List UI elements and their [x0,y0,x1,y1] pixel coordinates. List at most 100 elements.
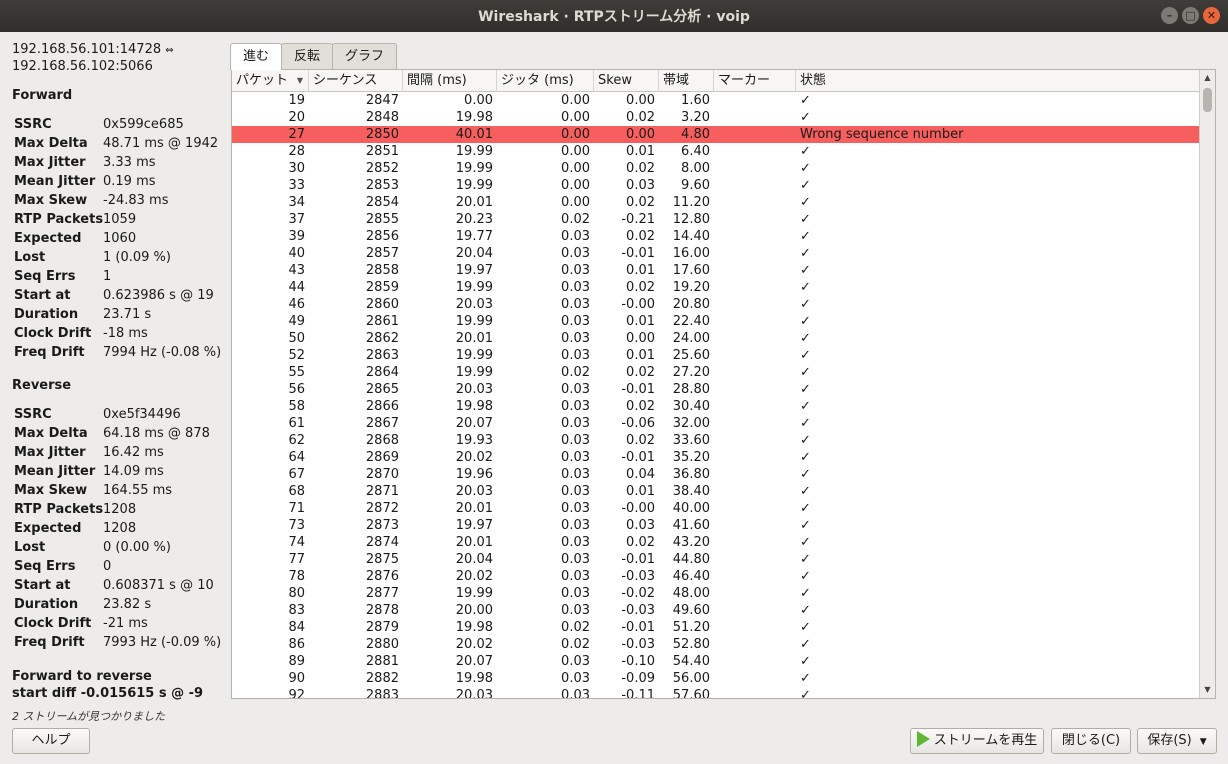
cell-sequence: 2858 [365,263,399,278]
cell-marker [714,177,796,194]
cell-bandwidth: 33.60 [672,433,710,448]
table-row[interactable]: 71 2872 20.01 0.03 -0.00 40.00 ✓ [232,500,1199,517]
table-row[interactable]: 30 2852 19.99 0.00 0.02 8.00 ✓ [232,160,1199,177]
cell-bandwidth: 52.80 [672,637,710,652]
stat-label: Mean Jitter [14,464,96,479]
cell-delta: 20.07 [455,654,493,669]
table-row[interactable]: 80 2877 19.99 0.03 -0.02 48.00 ✓ [232,585,1199,602]
table-row[interactable]: 56 2865 20.03 0.03 -0.01 28.80 ✓ [232,381,1199,398]
table-row[interactable]: 89 2881 20.07 0.03 -0.10 54.40 ✓ [232,653,1199,670]
column-delta[interactable]: 間隔 (ms) [403,70,497,92]
tab-reverse[interactable]: 反転 [281,43,334,69]
cell-skew: -0.03 [621,637,655,652]
table-row[interactable]: 74 2874 20.01 0.03 0.02 43.20 ✓ [232,534,1199,551]
close-button[interactable]: 閉じる(C) [1051,728,1131,754]
play-streams-button[interactable]: ストリームを再生 [910,728,1044,754]
swap-direction-icon[interactable]: ⇔ [165,45,173,56]
stat-value: 1208 [103,521,137,536]
table-row[interactable]: 37 2855 20.23 0.02 -0.21 12.80 ✓ [232,211,1199,228]
table-row[interactable]: 39 2856 19.77 0.03 0.02 14.40 ✓ [232,228,1199,245]
save-button[interactable]: 保存(S) ▼ [1137,728,1217,754]
table-row[interactable]: 90 2882 19.98 0.03 -0.09 56.00 ✓ [232,670,1199,687]
stat-label: Max Jitter [14,155,86,170]
table-row[interactable]: 84 2879 19.98 0.02 -0.01 51.20 ✓ [232,619,1199,636]
cell-marker [714,534,796,551]
cell-packet: 33 [288,178,305,193]
column-skew[interactable]: Skew [594,70,659,92]
minimize-button[interactable]: – [1161,7,1178,24]
table-row[interactable]: 67 2870 19.96 0.03 0.04 36.80 ✓ [232,466,1199,483]
rtp-packet-table[interactable]: パケット ▼ シーケンス 間隔 (ms) ジッタ (ms) Skew 帯域 マー… [231,69,1216,699]
table-row[interactable]: 78 2876 20.02 0.03 -0.03 46.40 ✓ [232,568,1199,585]
cell-packet: 28 [288,144,305,159]
cell-bandwidth: 17.60 [672,263,710,278]
scroll-down-icon[interactable]: ▼ [1200,682,1215,698]
cell-packet: 40 [288,246,305,261]
table-row[interactable]: 44 2859 19.99 0.03 0.02 19.20 ✓ [232,279,1199,296]
tab-forward[interactable]: 進む [230,43,283,70]
table-row[interactable]: 34 2854 20.01 0.00 0.02 11.20 ✓ [232,194,1199,211]
table-row[interactable]: 40 2857 20.04 0.03 -0.01 16.00 ✓ [232,245,1199,262]
table-row[interactable]: 92 2883 20.03 0.03 -0.11 57.60 ✓ [232,687,1199,699]
table-row[interactable]: 77 2875 20.04 0.03 -0.01 44.80 ✓ [232,551,1199,568]
cell-jitter: 0.03 [561,399,590,414]
cell-delta: 20.03 [455,688,493,699]
cell-packet: 20 [288,110,305,125]
table-row[interactable]: 43 2858 19.97 0.03 0.01 17.60 ✓ [232,262,1199,279]
help-button[interactable]: ヘルプ [12,728,90,754]
cell-jitter: 0.03 [561,603,590,618]
cell-sequence: 2876 [365,569,399,584]
table-row[interactable]: 50 2862 20.01 0.03 0.00 24.00 ✓ [232,330,1199,347]
table-row[interactable]: 55 2864 19.99 0.02 0.02 27.20 ✓ [232,364,1199,381]
cell-skew: -0.03 [621,569,655,584]
stat-value: 23.71 s [103,307,152,322]
cell-bandwidth: 12.80 [672,212,710,227]
table-row[interactable]: 68 2871 20.03 0.03 0.01 38.40 ✓ [232,483,1199,500]
cell-sequence: 2875 [365,552,399,567]
table-row[interactable]: 19 2847 0.00 0.00 0.00 1.60 ✓ [232,92,1199,109]
cell-delta: 19.99 [455,178,493,193]
table-row[interactable]: 73 2873 19.97 0.03 0.03 41.60 ✓ [232,517,1199,534]
stat-value: 0 (0.00 %) [103,540,171,555]
table-row[interactable]: 52 2863 19.99 0.03 0.01 25.60 ✓ [232,347,1199,364]
table-row[interactable]: 62 2868 19.93 0.03 0.02 33.60 ✓ [232,432,1199,449]
cell-bandwidth: 57.60 [672,688,710,699]
cell-jitter: 0.03 [561,654,590,669]
column-sequence[interactable]: シーケンス [309,70,403,92]
table-row[interactable]: 27 2850 40.01 0.00 0.00 4.80 Wrong sequence nu… [232,126,1199,143]
stat-value: 3.33 ms [103,155,156,170]
stat-label: Clock Drift [14,326,92,341]
table-row[interactable]: 28 2851 19.99 0.00 0.01 6.40 ✓ [232,143,1199,160]
table-row[interactable]: 46 2860 20.03 0.03 -0.00 20.80 ✓ [232,296,1199,313]
column-jitter[interactable]: ジッタ (ms) [497,70,594,92]
table-row[interactable]: 49 2861 19.99 0.03 0.01 22.40 ✓ [232,313,1199,330]
stat-label: SSRC [14,407,52,422]
cell-bandwidth: 32.00 [672,416,710,431]
table-row[interactable]: 83 2878 20.00 0.03 -0.03 49.60 ✓ [232,602,1199,619]
cell-skew: -0.01 [621,382,655,397]
column-bandwidth[interactable]: 帯域 [659,70,714,92]
reverse-title: Reverse [12,378,72,393]
vertical-scrollbar[interactable]: ▲ ▼ [1199,70,1215,698]
table-row[interactable]: 86 2880 20.02 0.02 -0.03 52.80 ✓ [232,636,1199,653]
cell-packet: 67 [288,467,305,482]
scroll-up-icon[interactable]: ▲ [1200,70,1215,86]
maximize-button[interactable]: □ [1182,7,1199,24]
cell-delta: 20.02 [455,569,493,584]
close-window-button[interactable]: ✕ [1203,7,1220,24]
column-packet[interactable]: パケット ▼ [232,70,309,92]
cell-packet: 74 [288,535,305,550]
cell-marker [714,330,796,347]
column-status[interactable]: 状態 [796,70,1199,92]
tab-graph[interactable]: グラフ [332,43,398,69]
cell-delta: 19.99 [455,586,493,601]
cell-sequence: 2848 [365,110,399,125]
column-marker[interactable]: マーカー [714,70,796,92]
stat-value: -24.83 ms [103,193,169,208]
table-row[interactable]: 58 2866 19.98 0.03 0.02 30.40 ✓ [232,398,1199,415]
table-row[interactable]: 20 2848 19.98 0.00 0.02 3.20 ✓ [232,109,1199,126]
table-row[interactable]: 33 2853 19.99 0.00 0.03 9.60 ✓ [232,177,1199,194]
table-row[interactable]: 64 2869 20.02 0.03 -0.01 35.20 ✓ [232,449,1199,466]
table-row[interactable]: 61 2867 20.07 0.03 -0.06 32.00 ✓ [232,415,1199,432]
scrollbar-thumb[interactable] [1203,88,1212,112]
